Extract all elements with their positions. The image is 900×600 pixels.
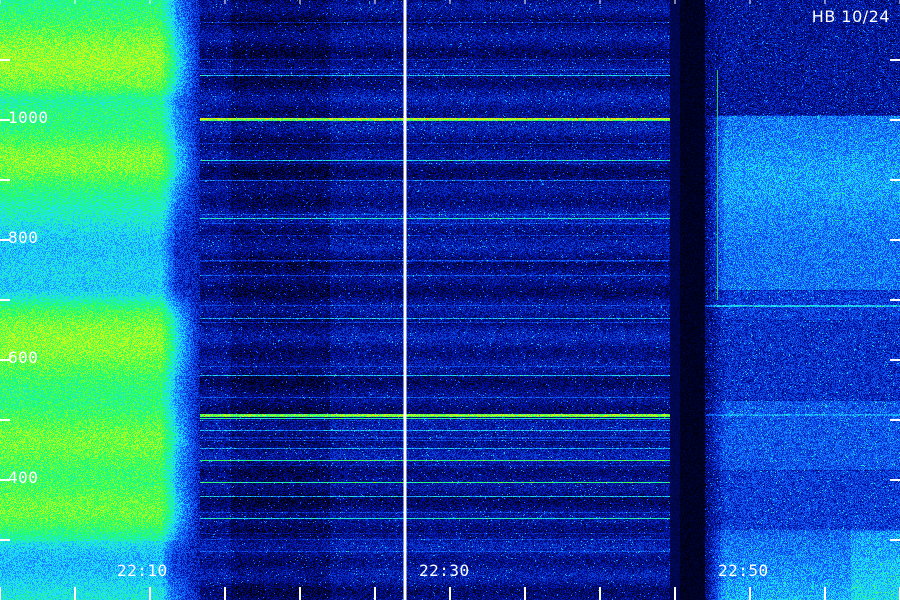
- time-label-2210: 22:10: [117, 561, 168, 580]
- time-label-2250: 22:50: [718, 561, 769, 580]
- frequency-label-1000: 1000: [8, 108, 49, 127]
- time-label-2230: 22:30: [419, 561, 470, 580]
- frequency-label-400: 400: [8, 468, 39, 487]
- station-date-label: HB 10/24: [811, 7, 890, 26]
- frequency-label-800: 800: [8, 228, 39, 247]
- spectrogram-image: [0, 0, 900, 600]
- frequency-label-600: 600: [8, 348, 39, 367]
